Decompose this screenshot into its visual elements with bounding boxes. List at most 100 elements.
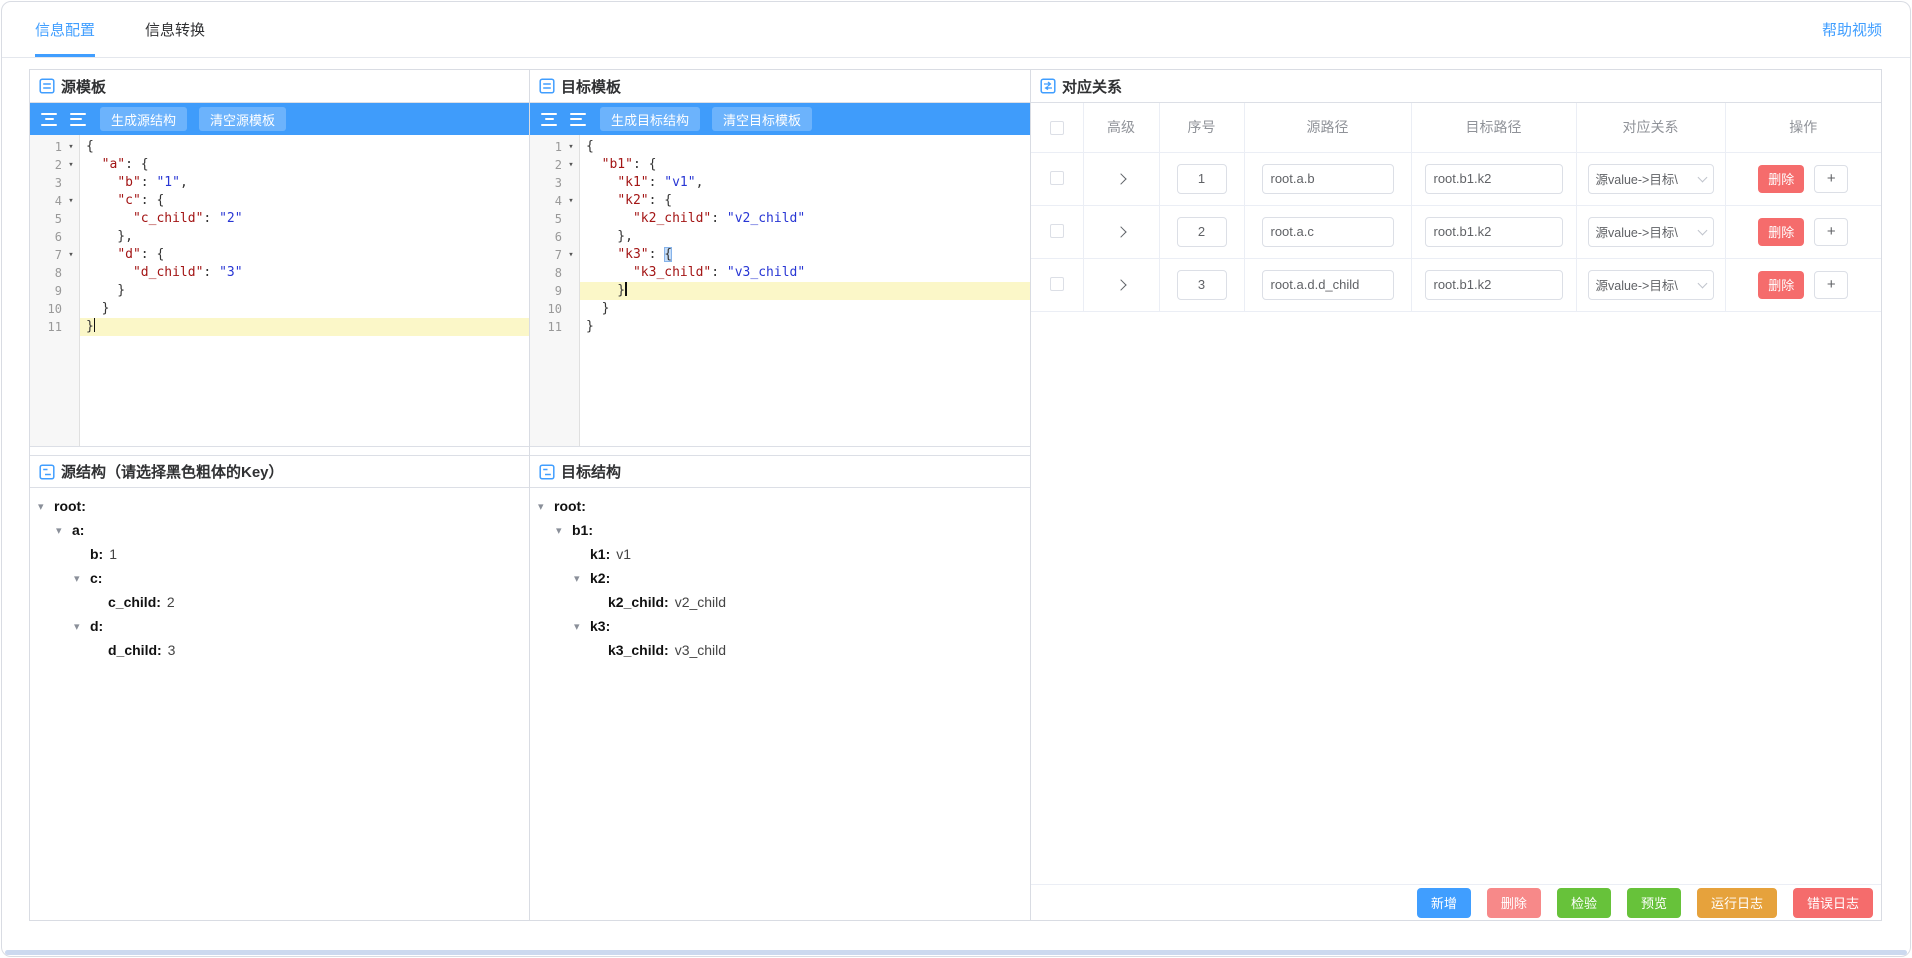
editor-line-10[interactable]: 10 } xyxy=(30,300,529,318)
caret-down-icon[interactable]: ▾ xyxy=(538,500,554,513)
horizontal-scrollbar[interactable] xyxy=(5,950,1907,955)
preview-button[interactable]: 预览 xyxy=(1627,888,1681,918)
tree-key[interactable]: c: xyxy=(90,570,102,586)
caret-down-icon[interactable]: ▾ xyxy=(56,524,72,537)
tree-key[interactable]: k3_child: xyxy=(608,642,669,658)
tree-node-root[interactable]: ▾root: xyxy=(30,494,529,518)
tree-node-root[interactable]: ▾root: xyxy=(530,494,1030,518)
tab-info-config[interactable]: 信息配置 xyxy=(35,2,95,57)
error-log-button[interactable]: 错误日志 xyxy=(1793,888,1873,918)
editor-line-2[interactable]: 2▾ "b1": { xyxy=(530,156,1030,174)
editor-line-4[interactable]: 4▾ "c": { xyxy=(30,192,529,210)
caret-down-icon[interactable]: ▾ xyxy=(74,620,90,633)
row-checkbox[interactable] xyxy=(1050,224,1064,238)
fold-arrow-icon[interactable]: ▾ xyxy=(62,192,80,210)
run-log-button[interactable]: 运行日志 xyxy=(1697,888,1777,918)
editor-line-3[interactable]: 3 "b": "1", xyxy=(30,174,529,192)
row-add-button[interactable]: + xyxy=(1814,165,1848,193)
expand-row-icon[interactable] xyxy=(1115,173,1126,184)
clear-source-template-button[interactable]: 清空源模板 xyxy=(199,107,286,131)
editor-line-11[interactable]: 11} xyxy=(530,318,1030,336)
expand-row-icon[interactable] xyxy=(1115,226,1126,237)
row-delete-button[interactable]: 删除 xyxy=(1758,271,1804,299)
tree-key[interactable]: k2: xyxy=(590,570,610,586)
check-button[interactable]: 检验 xyxy=(1557,888,1611,918)
editor-line-8[interactable]: 8 "k3_child": "v3_child" xyxy=(530,264,1030,282)
relation-select[interactable]: 源value->目标\ xyxy=(1588,270,1714,300)
target-path-input[interactable] xyxy=(1425,217,1563,247)
row-add-button[interactable]: + xyxy=(1814,271,1848,299)
editor-line-5[interactable]: 5 "k2_child": "v2_child" xyxy=(530,210,1030,228)
fold-arrow-icon[interactable]: ▾ xyxy=(62,156,80,174)
caret-down-icon[interactable]: ▾ xyxy=(574,572,590,585)
expand-row-icon[interactable] xyxy=(1115,279,1126,290)
fold-arrow-icon[interactable]: ▾ xyxy=(62,138,80,156)
target-editor[interactable]: 1▾{2▾ "b1": {3 "k1": "v1",4▾ "k2": {5 "k… xyxy=(530,135,1030,447)
editor-line-5[interactable]: 5 "c_child": "2" xyxy=(30,210,529,228)
tree-key[interactable]: d_child: xyxy=(108,642,162,658)
delete-button[interactable]: 删除 xyxy=(1487,888,1541,918)
editor-line-10[interactable]: 10 } xyxy=(530,300,1030,318)
row-checkbox[interactable] xyxy=(1050,277,1064,291)
format-json-icon[interactable] xyxy=(40,113,58,126)
tree-node-k3[interactable]: ▾k3: xyxy=(530,614,1030,638)
tree-node-k2[interactable]: ▾k2: xyxy=(530,566,1030,590)
editor-line-8[interactable]: 8 "d_child": "3" xyxy=(30,264,529,282)
source-path-input[interactable] xyxy=(1262,270,1394,300)
select-all-checkbox[interactable] xyxy=(1050,121,1064,135)
target-path-input[interactable] xyxy=(1425,164,1563,194)
editor-line-1[interactable]: 1▾{ xyxy=(530,138,1030,156)
tree-key[interactable]: root: xyxy=(554,498,586,514)
tree-node-d_child[interactable]: d_child:3 xyxy=(30,638,529,662)
format-json-icon[interactable] xyxy=(540,113,558,126)
clear-target-template-button[interactable]: 清空目标模板 xyxy=(712,107,812,131)
tree-key[interactable]: k3: xyxy=(590,618,610,634)
tree-key[interactable]: b: xyxy=(90,546,103,562)
editor-line-9[interactable]: 9 } xyxy=(530,282,1030,300)
source-path-input[interactable] xyxy=(1262,164,1394,194)
tree-key[interactable]: d: xyxy=(90,618,103,634)
editor-line-2[interactable]: 2▾ "a": { xyxy=(30,156,529,174)
row-index-input[interactable] xyxy=(1177,217,1227,247)
tab-info-transform[interactable]: 信息转换 xyxy=(145,2,205,57)
editor-line-11[interactable]: 11} xyxy=(30,318,529,336)
compress-json-icon[interactable] xyxy=(570,113,588,126)
editor-line-7[interactable]: 7▾ "k3": { xyxy=(530,246,1030,264)
editor-line-6[interactable]: 6 }, xyxy=(530,228,1030,246)
fold-arrow-icon[interactable]: ▾ xyxy=(62,246,80,264)
tree-node-c[interactable]: ▾c: xyxy=(30,566,529,590)
relation-select[interactable]: 源value->目标\ xyxy=(1588,217,1714,247)
row-delete-button[interactable]: 删除 xyxy=(1758,165,1804,193)
row-index-input[interactable] xyxy=(1177,164,1227,194)
help-video-link[interactable]: 帮助视频 xyxy=(1822,19,1882,40)
tree-node-k1[interactable]: k1:v1 xyxy=(530,542,1030,566)
tree-node-b1[interactable]: ▾b1: xyxy=(530,518,1030,542)
row-checkbox[interactable] xyxy=(1050,171,1064,185)
editor-line-1[interactable]: 1▾{ xyxy=(30,138,529,156)
source-editor[interactable]: 1▾{2▾ "a": {3 "b": "1",4▾ "c": {5 "c_chi… xyxy=(30,135,529,447)
relation-select[interactable]: 源value->目标\ xyxy=(1588,164,1714,194)
tree-node-d[interactable]: ▾d: xyxy=(30,614,529,638)
fold-arrow-icon[interactable]: ▾ xyxy=(562,246,580,264)
row-index-input[interactable] xyxy=(1177,270,1227,300)
row-add-button[interactable]: + xyxy=(1814,218,1848,246)
tree-key[interactable]: root: xyxy=(54,498,86,514)
editor-line-9[interactable]: 9 } xyxy=(30,282,529,300)
tree-key[interactable]: k2_child: xyxy=(608,594,669,610)
target-path-input[interactable] xyxy=(1425,270,1563,300)
editor-line-6[interactable]: 6 }, xyxy=(30,228,529,246)
editor-line-7[interactable]: 7▾ "d": { xyxy=(30,246,529,264)
caret-down-icon[interactable]: ▾ xyxy=(556,524,572,537)
compress-json-icon[interactable] xyxy=(70,113,88,126)
fold-arrow-icon[interactable]: ▾ xyxy=(562,192,580,210)
fold-arrow-icon[interactable]: ▾ xyxy=(562,138,580,156)
source-path-input[interactable] xyxy=(1262,217,1394,247)
caret-down-icon[interactable]: ▾ xyxy=(38,500,54,513)
tree-node-c_child[interactable]: c_child:2 xyxy=(30,590,529,614)
tree-key[interactable]: k1: xyxy=(590,546,610,562)
tree-node-k2_child[interactable]: k2_child:v2_child xyxy=(530,590,1030,614)
tree-key[interactable]: b1: xyxy=(572,522,593,538)
tree-key[interactable]: a: xyxy=(72,522,84,538)
tree-node-b[interactable]: b:1 xyxy=(30,542,529,566)
row-delete-button[interactable]: 删除 xyxy=(1758,218,1804,246)
